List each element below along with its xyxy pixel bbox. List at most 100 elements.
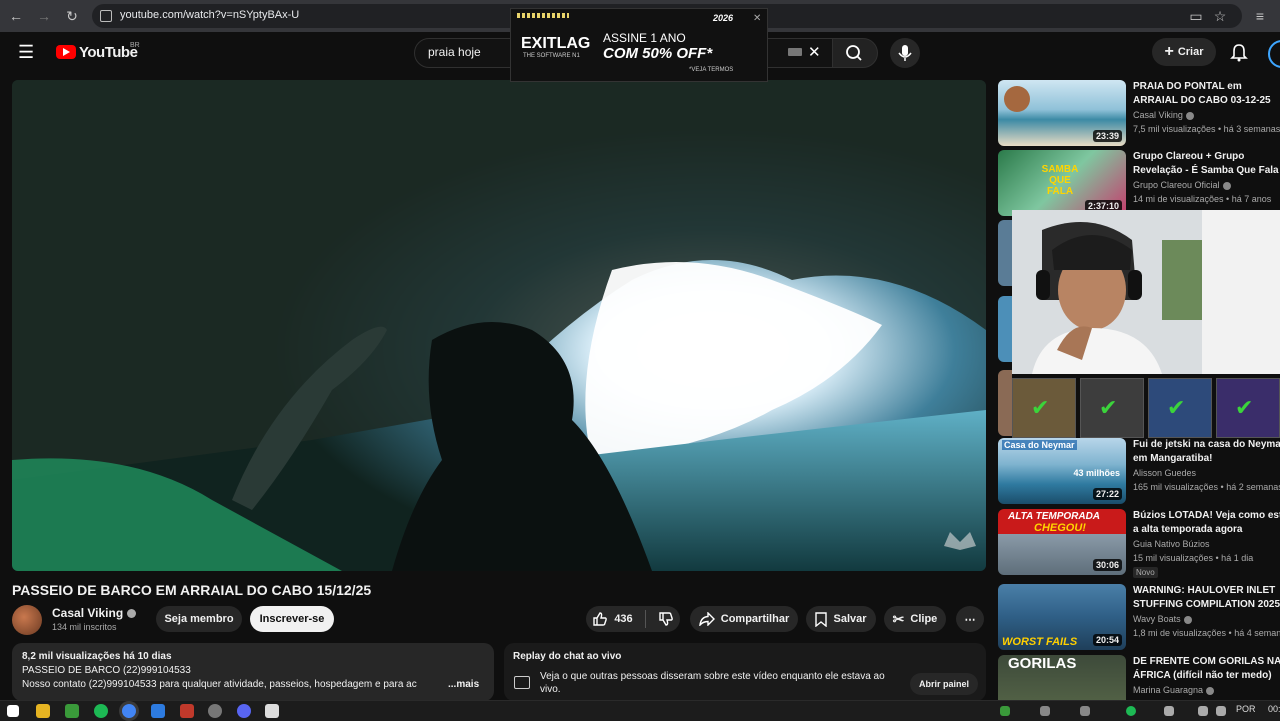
app-icon[interactable] <box>180 704 194 718</box>
tray-icon[interactable] <box>1126 706 1136 716</box>
store-icon[interactable] <box>65 704 79 718</box>
thumbs-down-icon[interactable] <box>658 611 674 627</box>
app-icon[interactable] <box>265 704 279 718</box>
clear-search-icon[interactable]: ✕ <box>808 43 821 61</box>
recommendation-thumbnail[interactable] <box>998 370 1012 436</box>
recommendation-channel[interactable]: Marina Guaragna <box>1133 685 1215 695</box>
chat-replay-box: Replay do chat ao vivo Veja o que outras… <box>504 643 986 701</box>
recommendation-channel[interactable]: Grupo Clareou Oficial <box>1133 180 1231 190</box>
open-panel-button[interactable]: Abrir painel <box>910 673 978 695</box>
recommendation-title-1[interactable]: Búzios LOTADA! Veja como está <box>1133 509 1280 522</box>
clip-button[interactable]: ✂ Clipe <box>884 606 946 632</box>
recommendation-item[interactable]: SAMBA QUE FALA 2:37:10 Grupo Clareou + G… <box>998 150 1280 216</box>
show-more-link[interactable]: ...mais <box>448 679 479 690</box>
spotify-icon[interactable] <box>94 704 108 718</box>
voice-search-button[interactable] <box>890 38 920 68</box>
recommendation-thumbnail[interactable]: WORST FAILS 20:54 <box>998 584 1126 650</box>
subscribe-button[interactable]: Inscrever-se <box>250 606 334 632</box>
notifications-bell-icon[interactable] <box>1230 42 1248 62</box>
card-item: ✔ <box>1148 378 1212 438</box>
volume-icon[interactable] <box>1216 706 1226 716</box>
recommendation-title-2[interactable]: ÁFRICA (difícil não ter medo) <box>1133 669 1280 682</box>
app-icon[interactable] <box>151 704 165 718</box>
description-line-1: PASSEIO DE BARCO (22)999104533 <box>22 665 191 676</box>
recommendation-thumbnail[interactable] <box>998 220 1012 286</box>
share-icon <box>698 612 715 626</box>
tray-icon[interactable] <box>1040 706 1050 716</box>
create-button[interactable]: + Criar <box>1152 38 1216 66</box>
recommendation-thumbnail[interactable]: 23:39 <box>998 80 1126 146</box>
hamburger-menu-icon[interactable]: ☰ <box>18 42 38 62</box>
recommendation-title-2[interactable]: ARRAIAL DO CABO 03-12-25 <box>1133 94 1280 107</box>
recommendation-title-2[interactable]: Revelação - É Samba Que Fala <box>1133 164 1280 177</box>
recommendation-channel[interactable]: Casal Viking <box>1133 110 1194 120</box>
input-language[interactable]: POR <box>1236 704 1256 714</box>
clock[interactable]: 00:3 <box>1268 704 1280 714</box>
forward-icon[interactable]: → <box>34 6 54 26</box>
recommendation-title-1[interactable]: Grupo Clareou + Grupo <box>1133 150 1280 163</box>
checkmark-icon: ✔ <box>1099 395 1118 420</box>
app-icon[interactable] <box>208 704 222 718</box>
join-button[interactable]: Seja membro <box>156 606 242 632</box>
subscriber-count: 134 mil inscritos <box>52 622 117 632</box>
new-badge: Novo <box>1133 567 1158 578</box>
recommendation-thumbnail[interactable] <box>998 296 1012 362</box>
site-info-icon[interactable] <box>100 10 112 22</box>
recommendation-title-1[interactable]: Fui de jetski na casa do Neymar <box>1133 438 1280 451</box>
recommendation-title-1[interactable]: WARNING: HAULOVER INLET <box>1133 584 1280 597</box>
recommendation-item[interactable]: ALTA TEMPORADA CHEGOU! 30:06 Búzios LOTA… <box>998 509 1280 578</box>
like-button[interactable]: 436 <box>592 611 633 627</box>
channel-avatar[interactable] <box>12 605 42 635</box>
recommendation-item[interactable]: 23:39 PRAIA DO PONTAL em ARRAIAL DO CABO… <box>998 80 1280 146</box>
recommendation-thumbnail[interactable]: ALTA TEMPORADA CHEGOU! 30:06 <box>998 509 1126 575</box>
recommendation-meta: 165 mil visualizações • há 2 semanas <box>1133 482 1280 492</box>
more-actions-icon[interactable]: ⋯ <box>956 606 984 632</box>
thumbs-up-icon <box>593 612 608 626</box>
description-box[interactable]: 8,2 mil visualizações há 10 dias PASSEIO… <box>12 643 494 701</box>
channel-name[interactable]: Casal Viking <box>52 606 123 620</box>
search-button[interactable] <box>832 38 878 68</box>
tray-icon[interactable] <box>1000 706 1010 716</box>
recommendation-channel[interactable]: Guia Nativo Búzios <box>1133 539 1210 549</box>
recommendation-thumbnail[interactable]: GORILAS <box>998 655 1126 700</box>
reload-icon[interactable]: ↻ <box>62 6 82 26</box>
start-icon[interactable] <box>7 705 19 717</box>
recommendation-thumbnail[interactable]: Casa do Neymar 43 milhões 27:22 <box>998 438 1126 504</box>
save-button[interactable]: Salvar <box>806 606 876 632</box>
recommendation-meta: 15 mil visualizações • há 1 dia <box>1133 553 1254 563</box>
share-label: Compartilhar <box>720 613 790 625</box>
cast-icon[interactable]: ▭ <box>1186 6 1206 26</box>
recommendation-title-2[interactable]: a alta temporada agora <box>1133 523 1280 536</box>
save-label: Salvar <box>833 613 867 625</box>
recommendation-title-1[interactable]: PRAIA DO PONTAL em <box>1133 80 1280 93</box>
plus-icon: + <box>1164 43 1174 60</box>
discord-icon[interactable] <box>237 704 251 718</box>
recommendation-item[interactable]: GORILAS DE FRENTE COM GORILAS NA ÁFRICA … <box>998 655 1280 700</box>
recommendation-item[interactable]: Casa do Neymar 43 milhões 27:22 Fui de j… <box>998 438 1280 504</box>
bookmark-star-icon[interactable]: ☆ <box>1210 6 1230 26</box>
ad-banner[interactable]: 2026 EXITLAG THE SOFTWARE N1 ASSINE 1 AN… <box>510 8 768 82</box>
thumbnail-text: 43 milhões <box>1073 468 1120 478</box>
video-player[interactable] <box>12 80 986 571</box>
verified-icon <box>127 609 136 618</box>
file-explorer-icon[interactable] <box>36 704 50 718</box>
wifi-icon[interactable] <box>1198 706 1208 716</box>
back-icon[interactable]: ← <box>6 6 26 26</box>
recommendation-title-2[interactable]: STUFFING COMPILATION 2025 <box>1133 598 1280 611</box>
tray-icon[interactable] <box>1080 706 1090 716</box>
chrome-icon[interactable] <box>122 704 136 718</box>
recommendation-item[interactable]: WORST FAILS 20:54 WARNING: HAULOVER INLE… <box>998 584 1280 650</box>
recommendation-channel[interactable]: Alisson Guedes <box>1133 468 1196 478</box>
recommendation-title-2[interactable]: em Mangaratiba! <box>1133 452 1280 465</box>
reading-list-icon[interactable]: ≡ <box>1250 6 1270 26</box>
ad-close-icon[interactable]: ✕ <box>753 13 761 24</box>
microphone-icon[interactable] <box>1164 706 1174 716</box>
recommendation-thumbnail[interactable]: SAMBA QUE FALA 2:37:10 <box>998 150 1126 216</box>
recommendation-title-1[interactable]: DE FRENTE COM GORILAS NA <box>1133 655 1280 668</box>
youtube-logo-text[interactable]: YouTube <box>79 44 138 61</box>
account-avatar[interactable] <box>1268 40 1280 68</box>
keyboard-icon[interactable] <box>788 48 802 56</box>
youtube-logo-icon[interactable] <box>56 45 76 59</box>
share-button[interactable]: Compartilhar <box>690 606 798 632</box>
recommendation-channel[interactable]: Wavy Boats <box>1133 614 1192 624</box>
